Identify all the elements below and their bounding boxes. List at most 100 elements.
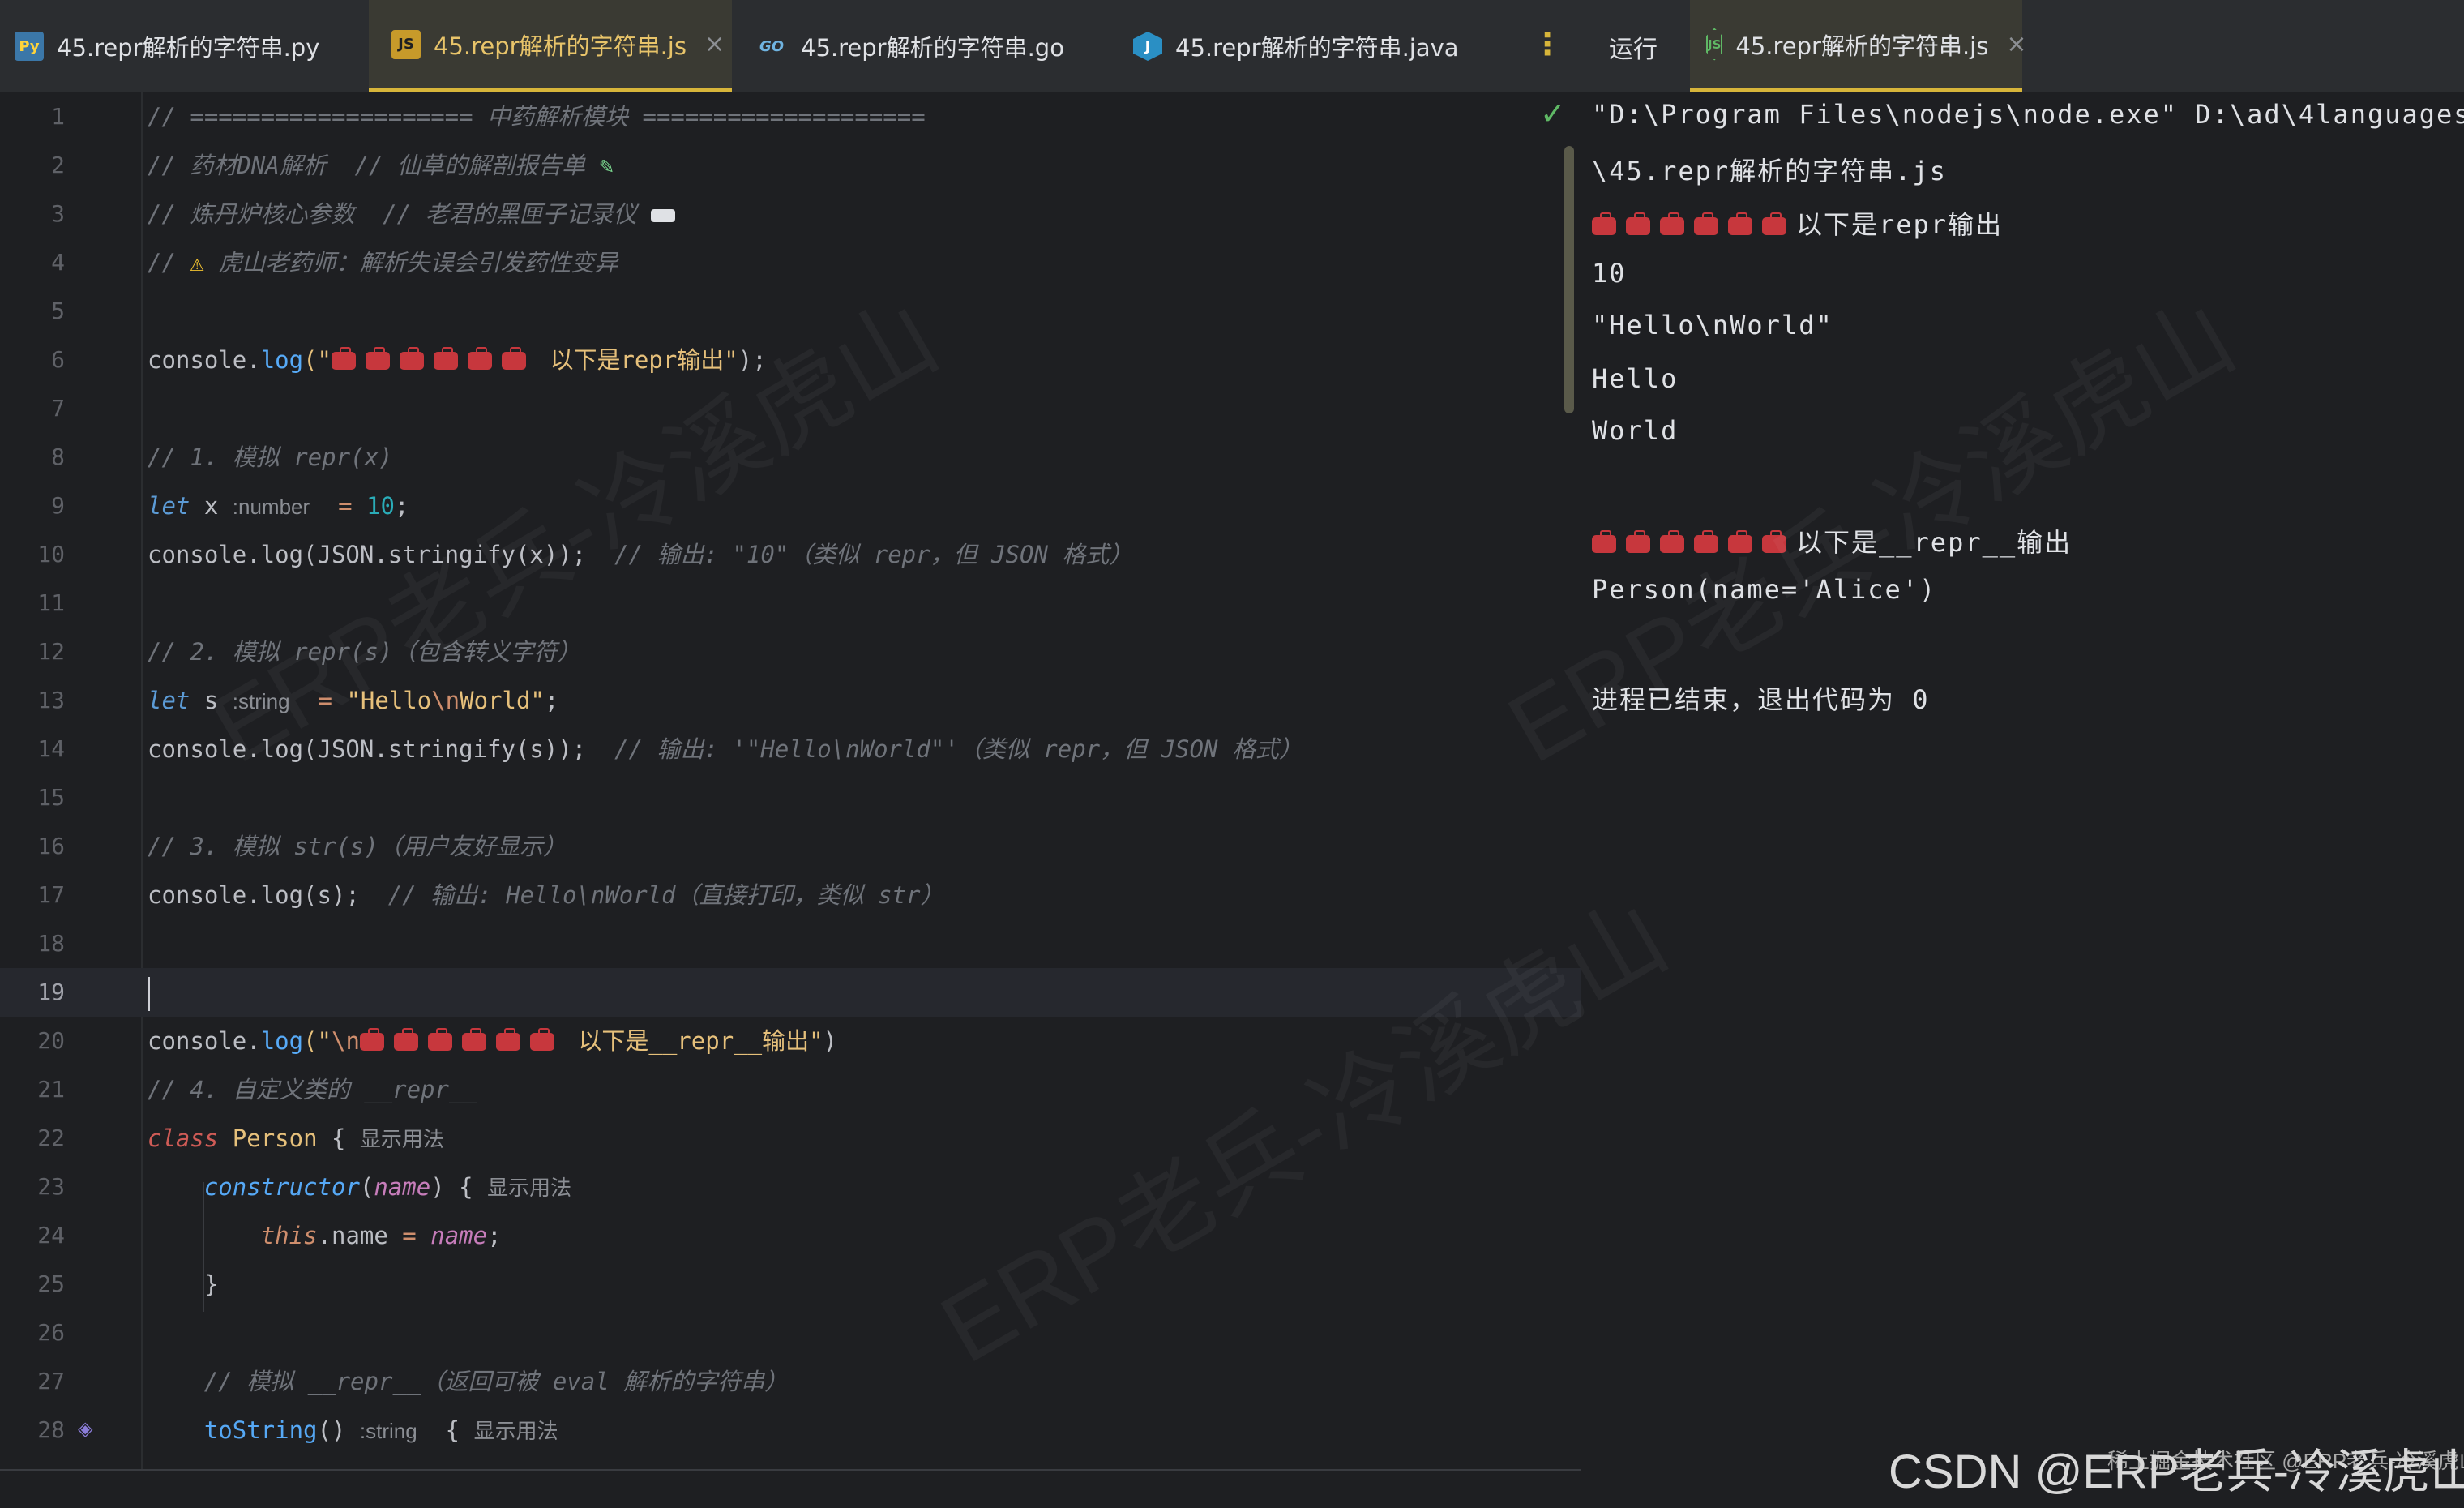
line-number: 8 bbox=[51, 443, 65, 470]
code-line: 23 constructor(name) { 显示用法 bbox=[0, 1163, 1581, 1211]
code-line: 12 // 2. 模拟 repr(s)（包含转义字符） bbox=[0, 628, 1581, 676]
code-editor[interactable]: 1 // ==================== 中药解析模块 =======… bbox=[0, 92, 1581, 1471]
line-number: 27 bbox=[37, 1368, 65, 1394]
parameter: name bbox=[430, 1222, 488, 1249]
output-text: 以下是repr输出 bbox=[1796, 209, 2004, 240]
code-line: 11 bbox=[0, 579, 1581, 628]
comment: 虎山老药师：解析失误会引发药性变异 bbox=[218, 249, 618, 276]
code-line: 14 console.log(JSON.stringify(s)); // 输出… bbox=[0, 725, 1581, 773]
keyword: class bbox=[148, 1125, 219, 1152]
punct: ; bbox=[394, 492, 409, 520]
method-name: toString bbox=[203, 1416, 318, 1444]
line-number: 10 bbox=[37, 541, 65, 568]
code-text: toString() :string { 显示用法 bbox=[148, 1406, 558, 1455]
type-hint: :string bbox=[232, 689, 290, 713]
code-text: // 模拟 __repr__（返回可被 eval 解析的字符串） bbox=[148, 1357, 788, 1406]
code-text: console.log("\n 以下是__repr__输出") bbox=[148, 1027, 837, 1055]
escape-seq: \n bbox=[332, 1027, 360, 1055]
code-line: 4 // ⚠ 虎山老药师：解析失误会引发药性变异 bbox=[0, 238, 1581, 287]
output-line: 进程已结束，退出代码为 0 bbox=[1592, 684, 1930, 715]
line-number: 28 bbox=[37, 1416, 65, 1443]
code-text: // 2. 模拟 repr(s)（包含转义字符） bbox=[148, 638, 581, 666]
keyword: let bbox=[148, 687, 190, 714]
tab-go-file[interactable]: GO 45.repr解析的字符串.go bbox=[755, 0, 1096, 92]
code-line: 1 // ==================== 中药解析模块 =======… bbox=[0, 92, 1581, 141]
code-text: console.log(JSON.stringify(s)); // 输出: '… bbox=[148, 725, 1303, 773]
line-number: 6 bbox=[51, 346, 65, 373]
string-literal: 以下是repr输出" bbox=[550, 346, 738, 374]
close-icon[interactable]: × bbox=[704, 30, 725, 58]
code-line: 17 console.log(s); // 输出: Hello\nWorld（直… bbox=[0, 871, 1581, 919]
property: .name bbox=[317, 1222, 388, 1249]
console-ident: console bbox=[148, 346, 247, 374]
js-icon: JS bbox=[391, 29, 421, 59]
string-literal: World" bbox=[460, 687, 545, 714]
editor-tab-bar: Py 45.repr解析的字符串.py JS 45.repr解析的字符串.js … bbox=[0, 0, 1581, 94]
run-tab[interactable]: JS 45.repr解析的字符串.js × bbox=[1690, 0, 2027, 92]
tab-label: 45.repr解析的字符串.go bbox=[801, 34, 1064, 62]
run-panel-title: 运行 bbox=[1609, 36, 1658, 64]
toolbox-icon bbox=[400, 347, 424, 370]
editor-bottom-border bbox=[0, 1469, 1581, 1471]
toolbox-icon bbox=[1626, 212, 1650, 235]
output-line: \45.repr解析的字符串.js bbox=[1592, 156, 1947, 186]
toolbox-icon bbox=[1728, 530, 1752, 553]
statement: console.log(s); bbox=[148, 881, 360, 909]
usage-hint[interactable]: 显示用法 bbox=[474, 1419, 558, 1443]
line-number: 18 bbox=[37, 930, 65, 957]
code-text: class Person { 显示用法 bbox=[148, 1114, 444, 1163]
code-line: 26 bbox=[0, 1309, 1581, 1357]
this-keyword: this bbox=[260, 1222, 318, 1249]
code-line: 13 let s :string = "Hello\nWorld"; bbox=[0, 676, 1581, 725]
tab-label: 45.repr解析的字符串.js bbox=[434, 32, 687, 60]
line-number: 1 bbox=[51, 103, 65, 130]
output-line: "Hello\nWorld" bbox=[1592, 310, 1833, 341]
code-text: // 1. 模拟 repr(x) bbox=[148, 443, 393, 471]
line-number: 5 bbox=[51, 298, 65, 324]
toolbox-icon bbox=[1762, 530, 1786, 553]
override-gutter-icon[interactable]: ◈ bbox=[78, 1417, 92, 1440]
run-tab-label: 45.repr解析的字符串.js bbox=[1735, 32, 1989, 60]
code-line: 10 console.log(JSON.stringify(x)); // 输出… bbox=[0, 530, 1581, 579]
toolbox-icon bbox=[461, 1028, 486, 1051]
output-line: 以下是repr输出 bbox=[1592, 204, 2003, 242]
toolbox-icon bbox=[1626, 530, 1650, 553]
code-line: 8 // 1. 模拟 repr(x) bbox=[0, 433, 1581, 482]
code-text: // 炼丹炉核心参数 // 老君的黑匣子记录仪 bbox=[148, 190, 676, 238]
tab-py-file[interactable]: Py 45.repr解析的字符串.py bbox=[15, 0, 363, 92]
code-text: console.log(s); // 输出: Hello\nWorld（直接打印… bbox=[148, 871, 943, 919]
code-line: 28 ◈ toString() :string { 显示用法 bbox=[0, 1406, 1581, 1454]
tab-java-file[interactable]: J 45.repr解析的字符串.java bbox=[1133, 0, 1506, 92]
more-tabs-icon[interactable]: ⋮ bbox=[1532, 26, 1563, 62]
operator: = bbox=[310, 492, 367, 520]
usage-hint[interactable]: 显示用法 bbox=[360, 1127, 444, 1151]
close-icon[interactable]: × bbox=[2006, 30, 2026, 58]
console-ident: console bbox=[148, 1027, 247, 1055]
punct: { bbox=[417, 1416, 474, 1444]
usage-hint[interactable]: 显示用法 bbox=[487, 1176, 571, 1200]
line-number: 15 bbox=[37, 784, 65, 811]
toolbox-icon bbox=[393, 1028, 418, 1051]
output-line: 以下是__repr__输出 bbox=[1592, 522, 2072, 559]
code-line: 3 // 炼丹炉核心参数 // 老君的黑匣子记录仪 bbox=[0, 190, 1581, 238]
class-name: Person bbox=[218, 1125, 318, 1152]
toolbox-icon bbox=[332, 347, 356, 370]
code-text bbox=[148, 968, 150, 1017]
tab-js-file[interactable]: JS 45.repr解析的字符串.js × bbox=[369, 0, 732, 92]
watermark-credit: CSDN @ERP老兵-冷溪虎山 bbox=[1889, 1446, 2464, 1498]
code-line: 21 // 4. 自定义类的 __repr__ bbox=[0, 1065, 1581, 1114]
punct: ); bbox=[738, 346, 767, 374]
toolbox-icon bbox=[1660, 530, 1684, 553]
line-number: 16 bbox=[37, 833, 65, 859]
line-number: 20 bbox=[37, 1027, 65, 1054]
code-text: // ==================== 中药解析模块 =========… bbox=[148, 103, 926, 131]
punct: ; bbox=[487, 1222, 502, 1249]
line-number: 14 bbox=[37, 735, 65, 762]
output-scrollbar[interactable] bbox=[1564, 146, 1574, 413]
code-line: 16 // 3. 模拟 str(s)（用户友好显示） bbox=[0, 822, 1581, 871]
run-output-panel[interactable] bbox=[1581, 92, 2464, 1471]
operator: = bbox=[387, 1222, 431, 1249]
current-code-line[interactable]: 19 bbox=[0, 968, 1581, 1017]
code-text: } bbox=[148, 1260, 218, 1309]
code-line: 25 } bbox=[0, 1260, 1581, 1309]
